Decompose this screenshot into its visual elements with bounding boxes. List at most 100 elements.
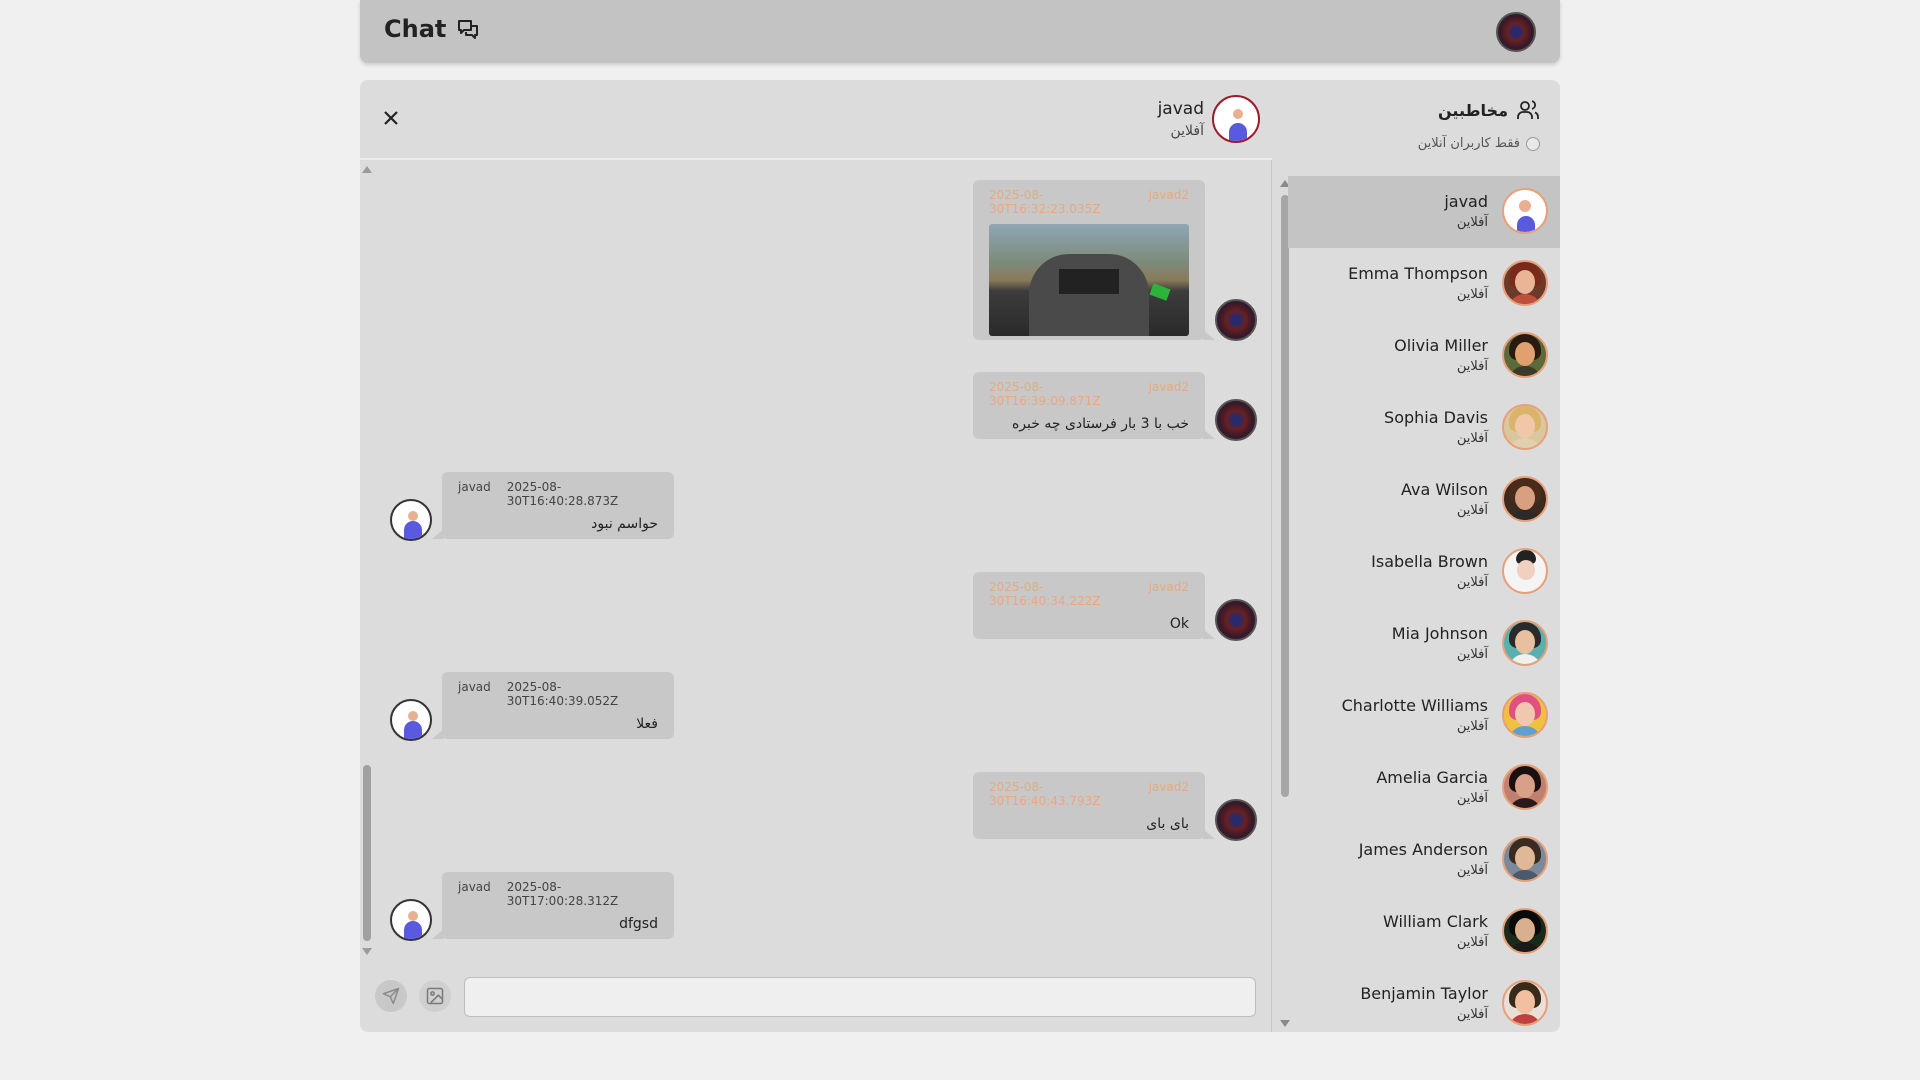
- message-time: 2025-08-30T16:40:39.052Z: [506, 680, 619, 708]
- contact-avatar: [1502, 548, 1548, 594]
- chat-header: javad آفلاین: [360, 80, 1272, 160]
- message-time: 2025-08-30T16:40:43.793Z: [989, 780, 1101, 808]
- current-user-avatar[interactable]: [1496, 12, 1536, 52]
- sender-avatar: [1215, 299, 1257, 341]
- app-title-text: Chat: [384, 15, 447, 43]
- contact-item[interactable]: Charlotte Williams آفلاین: [1288, 680, 1560, 752]
- online-only-label: فقط کاربران آنلاین: [1417, 136, 1520, 151]
- contact-name: Sophia Davis: [1384, 408, 1488, 427]
- contact-item[interactable]: Olivia Miller آفلاین: [1288, 320, 1560, 392]
- online-only-radio[interactable]: [1526, 136, 1540, 151]
- message-image[interactable]: [989, 224, 1189, 336]
- app-title: Chat: [384, 15, 480, 43]
- message-bubble: 2025-08-30T16:39:09.871Z javad2 خب با 3 ب…: [973, 372, 1215, 439]
- contact-item[interactable]: Isabella Brown آفلاین: [1288, 536, 1560, 608]
- message-time: 2025-08-30T16:40:28.873Z: [506, 480, 619, 508]
- contact-status: آفلاین: [1456, 647, 1488, 662]
- contact-name: Mia Johnson: [1391, 624, 1488, 643]
- online-only-filter[interactable]: فقط کاربران آنلاین: [1418, 136, 1540, 151]
- contact-item[interactable]: Ava Wilson آفلاین: [1288, 464, 1560, 536]
- chat-peer[interactable]: javad آفلاین: [1158, 95, 1260, 143]
- contact-item[interactable]: javad آفلاین: [1288, 176, 1560, 248]
- message-bubble: 2025-08-30T16:32:23.035Z javad2: [973, 180, 1215, 340]
- close-chat-button[interactable]: [378, 106, 404, 132]
- contact-item[interactable]: Sophia Davis آفلاین: [1288, 392, 1560, 464]
- contact-status: آفلاین: [1456, 287, 1488, 302]
- contact-name: William Clark: [1383, 912, 1488, 931]
- contact-avatar: [1502, 476, 1548, 522]
- app-header: Chat: [360, 0, 1560, 63]
- contacts-header: مخاطبین: [1438, 98, 1540, 122]
- contact-item[interactable]: Mia Johnson آفلاین: [1288, 608, 1560, 680]
- message-sender: javad2: [1148, 188, 1189, 202]
- contact-status: آفلاین: [1456, 431, 1488, 446]
- contact-status: آفلاین: [1456, 863, 1488, 878]
- close-icon: [384, 111, 398, 125]
- message-bubble: javad 2025-08-30T17:00:28.312Z dfgsd: [432, 872, 674, 939]
- contact-name: Isabella Brown: [1371, 552, 1488, 571]
- contact-item[interactable]: Benjamin Taylor آفلاین: [1288, 968, 1560, 1032]
- contact-name: Emma Thompson: [1348, 264, 1488, 283]
- contact-avatar: [1502, 908, 1548, 954]
- contact-avatar: [1502, 260, 1548, 306]
- contact-avatar: [1502, 188, 1548, 234]
- contact-status: آفلاین: [1456, 503, 1488, 518]
- message-sender: javad: [458, 480, 491, 494]
- contact-name: Ava Wilson: [1401, 480, 1488, 499]
- contact-avatar: [1502, 692, 1548, 738]
- chat-pane: javad آفلاین 2025-08-30T16:32:23.035Z jav…: [360, 80, 1272, 1032]
- contacts-title: مخاطبین: [1438, 100, 1508, 120]
- contact-name: Olivia Miller: [1394, 336, 1488, 355]
- message-bubble: 2025-08-30T16:40:34.222Z javad2 Ok: [973, 572, 1215, 639]
- contact-item[interactable]: Emma Thompson آفلاین: [1288, 248, 1560, 320]
- contact-item[interactable]: Amelia Garcia آفلاین: [1288, 752, 1560, 824]
- contact-status: آفلاین: [1456, 791, 1488, 806]
- message-input[interactable]: [464, 977, 1256, 1017]
- contact-name: Benjamin Taylor: [1360, 984, 1488, 1003]
- sender-avatar: [390, 699, 432, 741]
- message-time: 2025-08-30T16:39:09.871Z: [989, 380, 1101, 408]
- peer-name: javad: [1157, 99, 1204, 119]
- message-text: حواسم نبود: [591, 516, 658, 532]
- message-bubble: javad 2025-08-30T16:40:39.052Z فعلا: [432, 672, 674, 739]
- contact-status: آفلاین: [1456, 1007, 1488, 1022]
- message-time: 2025-08-30T16:40:34.222Z: [989, 580, 1101, 608]
- contact-avatar: [1502, 836, 1548, 882]
- attach-image-button[interactable]: [419, 980, 451, 1012]
- contact-status: آفلاین: [1456, 935, 1488, 950]
- users-icon: [1517, 100, 1539, 119]
- chat-scroll-thumb[interactable]: [363, 765, 371, 941]
- main-panel: javad آفلاین 2025-08-30T16:32:23.035Z jav…: [360, 80, 1560, 1032]
- image-icon: [426, 987, 444, 1005]
- message-text: Ok: [1169, 616, 1189, 632]
- contact-name: James Anderson: [1358, 840, 1488, 859]
- contact-name: Amelia Garcia: [1376, 768, 1488, 787]
- message-bubble: javad 2025-08-30T16:40:28.873Z حواسم نبود: [432, 472, 674, 539]
- message-bubble: 2025-08-30T16:40:43.793Z javad2 بای بای: [973, 772, 1215, 839]
- contact-avatar: [1502, 980, 1548, 1026]
- contact-avatar: [1502, 332, 1548, 378]
- peer-avatar: [1212, 95, 1260, 143]
- contact-status: آفلاین: [1456, 359, 1488, 374]
- chat-scroll-up-arrow[interactable]: [362, 166, 372, 173]
- contact-avatar: [1502, 764, 1548, 810]
- contact-item[interactable]: William Clark آفلاین: [1288, 896, 1560, 968]
- sender-avatar: [390, 499, 432, 541]
- message-text: خب با 3 بار فرستادی چه خبره: [1011, 416, 1189, 432]
- contact-list: javad آفلاین Emma Thompson آفلاین Olivia M…: [1288, 176, 1560, 1032]
- message-sender: javad2: [1148, 580, 1189, 594]
- contact-status: آفلاین: [1456, 575, 1488, 590]
- message-time: 2025-08-30T17:00:28.312Z: [506, 880, 619, 908]
- message-text: فعلا: [636, 716, 658, 732]
- send-button[interactable]: [375, 980, 407, 1012]
- contact-status: آفلاین: [1456, 719, 1488, 734]
- chat-icon: [458, 20, 479, 39]
- contact-status: آفلاین: [1456, 215, 1488, 230]
- contact-name: javad: [1444, 192, 1488, 211]
- contact-avatar: [1502, 404, 1548, 450]
- message-text: dfgsd: [619, 916, 658, 932]
- sender-avatar: [390, 899, 432, 941]
- contact-item[interactable]: James Anderson آفلاین: [1288, 824, 1560, 896]
- message-sender: javad: [458, 880, 491, 894]
- message-time: 2025-08-30T16:32:23.035Z: [989, 188, 1101, 216]
